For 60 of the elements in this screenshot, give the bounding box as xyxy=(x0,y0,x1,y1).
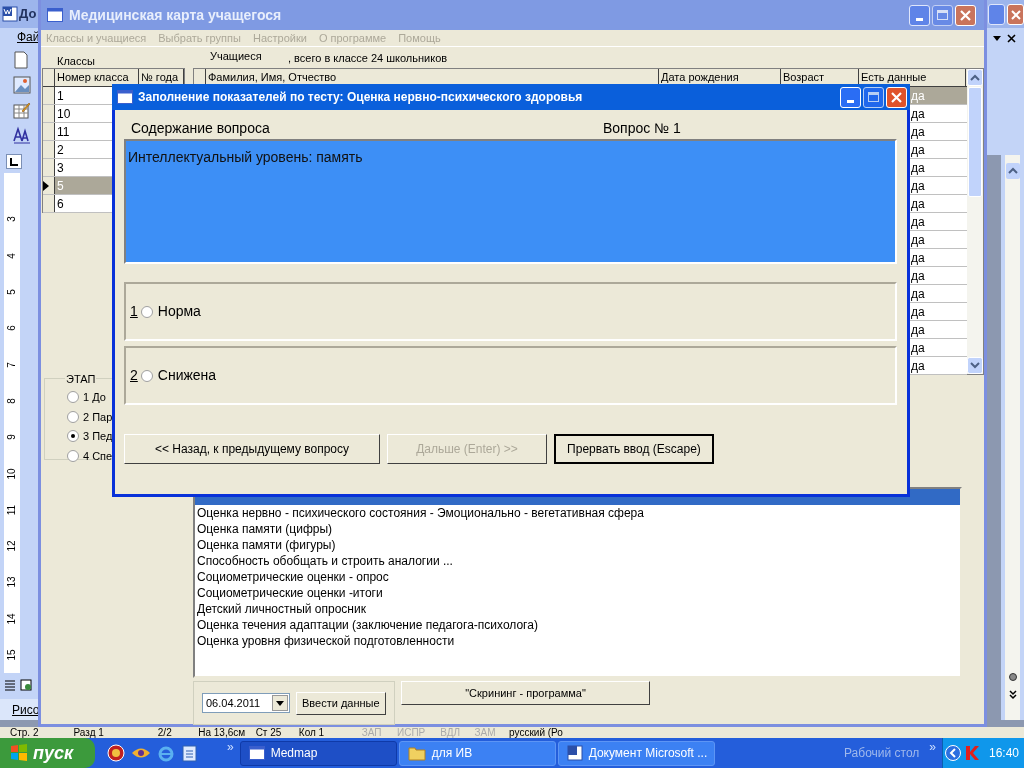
table-cell-text: 3 xyxy=(56,160,64,176)
status-text: 2/2 xyxy=(157,727,172,738)
table-cell-text: да xyxy=(911,268,925,284)
table-cell-text: 6 xyxy=(56,196,64,212)
clock: 16:40 xyxy=(989,745,1020,762)
table-cell-text: да xyxy=(911,178,925,194)
table-cell-text: да xyxy=(911,322,925,338)
ruler-number: 5 xyxy=(7,289,17,295)
table-cell-text: да xyxy=(911,196,925,212)
ruler-number: 13 xyxy=(7,576,17,588)
ruler-number: 11 xyxy=(7,504,17,515)
ruler-number: 10 xyxy=(7,467,17,480)
question-number: Вопрос № 1 xyxy=(603,119,681,138)
status-text: Разд 1 xyxy=(73,727,104,738)
section-label: Классы xyxy=(57,55,95,67)
table-cell-text: 11 xyxy=(56,124,70,140)
table-cell-text: да xyxy=(911,160,925,176)
section-label: Учащиеся xyxy=(209,49,263,64)
status-text: русский (Ро xyxy=(509,727,563,738)
ruler-number: 8 xyxy=(7,398,17,404)
table-cell-text: да xyxy=(911,106,925,122)
table-cell-text: да xyxy=(911,142,925,158)
ruler-number: 7 xyxy=(7,361,17,368)
status-text: Ст 25 xyxy=(255,727,282,738)
question-caption: Содержание вопроса xyxy=(130,119,271,138)
window-title: До xyxy=(19,5,37,24)
status-text: На 13,6см xyxy=(198,727,246,738)
table-cell-text: да xyxy=(911,340,925,356)
status-text: Кол 1 xyxy=(298,727,325,738)
answer-number: 1 xyxy=(130,302,138,321)
table-cell-text: да xyxy=(911,88,925,104)
ruler-number: 12 xyxy=(7,540,17,552)
window-title: Медицинская карта учащегося xyxy=(69,5,283,25)
ruler-number: 4 xyxy=(7,252,17,259)
table-cell-text: да xyxy=(911,214,925,230)
answer-number: 2 xyxy=(130,366,138,385)
status-text: ЗАМ xyxy=(474,727,496,738)
table-cell-text: да xyxy=(911,124,925,140)
table-cell-text: 10 xyxy=(56,106,71,122)
table-cell-text: 1 xyxy=(56,88,64,104)
table-cell-text: 2 xyxy=(56,142,64,158)
table-cell-text: да xyxy=(911,358,925,374)
table-cell-text: 5 xyxy=(56,178,64,194)
table-cell-text: да xyxy=(911,304,925,320)
status-text: ИСПР xyxy=(396,727,426,738)
table-cell-text: да xyxy=(911,250,925,266)
ruler-number: 9 xyxy=(7,434,17,440)
table-cell-text: да xyxy=(911,286,925,302)
ruler-number: 6 xyxy=(7,325,17,332)
ruler-number: 3 xyxy=(7,216,17,223)
table-cell-text: да xyxy=(911,232,925,248)
ruler-number: 15 xyxy=(7,649,17,661)
status-text: Стр. 2 xyxy=(10,727,39,738)
question-text: Интеллектуальный уровень: память xyxy=(128,149,363,165)
status-text: ЗАП xyxy=(361,727,382,738)
student-count: , всего в классе 24 школьников xyxy=(288,51,448,66)
dialog-title: Заполнение показателей по тесту: Оценка нервно-психического здоровья xyxy=(138,89,584,106)
toolbar-label: Рабочий стол xyxy=(844,745,920,762)
ruler-number: 14 xyxy=(7,613,17,625)
status-text: ВДЛ xyxy=(440,727,461,738)
